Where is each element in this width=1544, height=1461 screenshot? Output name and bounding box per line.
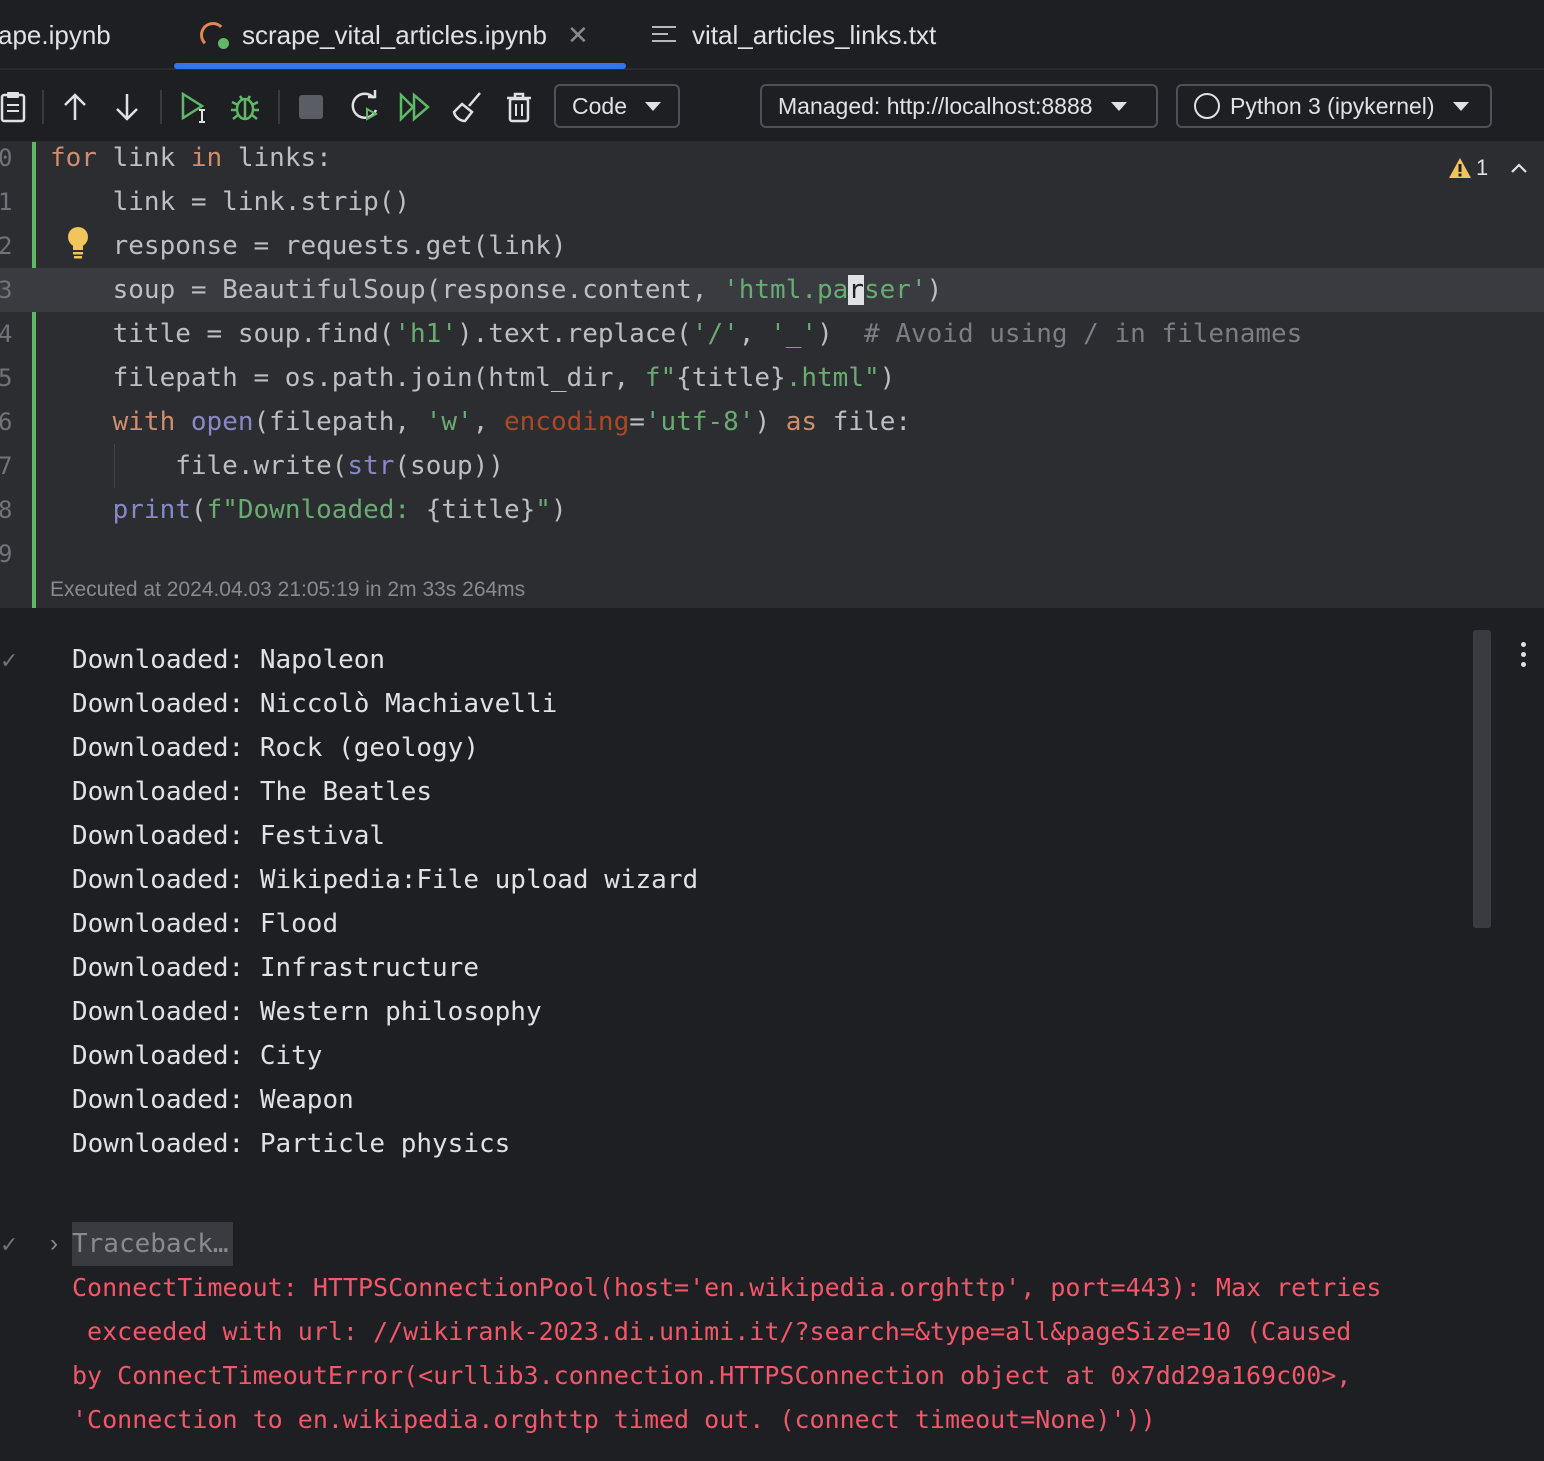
debug-icon[interactable] [226,88,264,126]
code-line[interactable]: 0 for link in links: [0,136,1544,180]
output-line: Downloaded: Niccolò Machiavelli [72,689,558,719]
chevron-up-icon[interactable] [1510,162,1528,174]
inspection-warnings[interactable]: 1 [1430,148,1544,188]
error-line: by ConnectTimeoutError(<urllib3.connecti… [72,1361,1352,1390]
output-line: Downloaded: Particle physics [72,1129,511,1159]
kernel-status-icon [1194,93,1220,119]
tab-label: ape.ipynb [0,19,111,50]
line-number: 8 [0,496,13,524]
warning-count: 1 [1476,155,1489,180]
delete-icon[interactable] [500,88,538,126]
error-line: exceeded with url: //wikirank-2023.di.un… [72,1317,1352,1346]
code-line[interactable]: 5 filepath = os.path.join(html_dir, f"{t… [0,356,1544,400]
close-icon[interactable]: ✕ [567,20,589,51]
run-all-icon[interactable] [396,88,434,126]
output-line: Downloaded: Wikipedia:File upload wizard [72,865,699,895]
output-scrollbar[interactable] [1473,630,1491,928]
line-number: 6 [0,408,13,436]
tab-scrape-vital-articles[interactable]: scrape_vital_articles.ipynb ✕ [200,0,589,70]
code-line[interactable]: 9 [0,532,1544,576]
move-down-icon[interactable] [108,88,146,126]
code-line[interactable]: 7 file.write(str(soup)) [0,444,1544,488]
output-line: Downloaded: Western philosophy [72,997,542,1027]
kernel-value: Python 3 (ipykernel) [1230,92,1435,119]
error-line: 'Connection to en.wikipedia.orghttp time… [72,1405,1156,1434]
code-line[interactable]: 2 response = requests.get(link) [0,224,1544,268]
tab-vital-articles-links[interactable]: vital_articles_links.txt [652,0,936,70]
cell-type-value: Code [572,92,627,119]
server-select[interactable]: Managed: http://localhost:8888 [760,84,1158,128]
output-line: Downloaded: Flood [72,909,339,939]
code-line[interactable]: 4 title = soup.find('h1').text.replace('… [0,312,1544,356]
chevron-right-icon[interactable]: › [50,1230,58,1258]
tab-label: vital_articles_links.txt [692,19,937,50]
stop-icon[interactable] [292,88,330,126]
move-up-icon[interactable] [56,88,94,126]
output-line: Downloaded: Rock (geology) [72,733,479,763]
server-value: Managed: http://localhost:8888 [778,92,1093,119]
tab-label: scrape_vital_articles.ipynb [242,19,547,50]
lightbulb-icon[interactable] [66,226,90,260]
cell-type-select[interactable]: Code [554,84,680,128]
execution-info: Executed at 2024.04.03 21:05:19 in 2m 33… [50,578,526,601]
line-number: 5 [0,364,13,392]
active-tab-indicator [174,63,626,69]
output-line: Downloaded: Festival [72,821,386,851]
more-options-icon[interactable] [1516,640,1532,670]
notebook-toolbar: Code Managed: http://localhost:8888 Pyth… [0,72,1544,142]
code-line[interactable]: 1 link = link.strip() [0,180,1544,224]
restart-icon[interactable] [346,88,384,126]
clear-outputs-icon[interactable] [448,88,486,126]
run-cell-icon[interactable] [176,88,214,126]
output-line: Downloaded: Napoleon [72,645,386,675]
indent-guide [114,444,115,488]
code-line[interactable]: 8 print(f"Downloaded: {title}") [0,488,1544,532]
output-line: Downloaded: The Beatles [72,777,433,807]
notebook-running-icon [200,20,230,50]
warning-icon [1449,158,1471,178]
line-number: 4 [0,320,13,348]
output-check-icon: ✓ [0,1232,19,1257]
line-number: 0 [0,144,13,172]
code-line[interactable]: 6 with open(filepath, 'w', encoding='utf… [0,400,1544,444]
error-line: ConnectTimeout: HTTPSConnectionPool(host… [72,1273,1382,1302]
tab-bar: ape.ipynb scrape_vital_articles.ipynb ✕ … [0,0,1544,70]
text-file-icon [652,24,678,46]
chevron-down-icon [644,101,661,111]
kernel-select[interactable]: Python 3 (ipykernel) [1176,84,1492,128]
clipboard-icon[interactable] [0,88,32,126]
output-line: Downloaded: Weapon [72,1085,354,1115]
output-line: Downloaded: City [72,1041,323,1071]
line-number: 1 [0,188,13,216]
line-number: 2 [0,232,13,260]
output-check-icon: ✓ [0,648,19,673]
line-number: 7 [0,452,13,480]
chevron-down-icon [1110,101,1127,111]
line-number: 3 [0,276,13,304]
chevron-down-icon [1452,101,1469,111]
tab-ape-ipynb[interactable]: ape.ipynb [0,0,111,70]
line-number: 9 [0,540,13,568]
output-line: Downloaded: Infrastructure [72,953,479,983]
traceback-toggle[interactable]: Traceback… [72,1222,233,1266]
code-line-current[interactable]: 3 soup = BeautifulSoup(response.content,… [0,268,1544,312]
